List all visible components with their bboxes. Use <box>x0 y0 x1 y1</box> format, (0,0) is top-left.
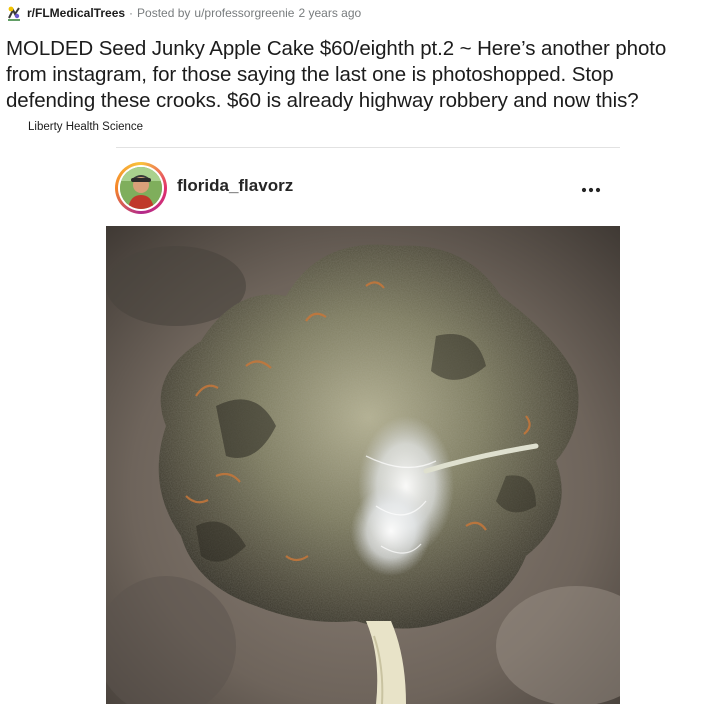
post-image[interactable] <box>106 226 620 704</box>
post-flair[interactable]: Liberty Health Science <box>28 121 143 133</box>
meta-separator: · <box>129 6 134 20</box>
profile-avatar[interactable] <box>115 162 167 214</box>
instagram-username[interactable]: florida_flavorz <box>177 176 293 196</box>
subreddit-icon[interactable] <box>6 5 22 21</box>
author-link[interactable]: u/professorgreenie <box>194 6 294 20</box>
post-timestamp: 2 years ago <box>298 6 362 20</box>
more-horizontal-icon[interactable] <box>580 182 602 193</box>
post-meta-header: r/FLMedicalTrees · Posted by u/professor… <box>6 4 361 22</box>
avatar-photo <box>120 167 162 209</box>
posted-by-label: Posted by <box>137 6 191 20</box>
post-title[interactable]: MOLDED Seed Junky Apple Cake $60/eighth … <box>6 36 706 114</box>
embed-divider <box>116 147 620 148</box>
subreddit-link[interactable]: r/FLMedicalTrees <box>27 6 125 20</box>
instagram-embed-header: florida_flavorz <box>106 150 620 226</box>
